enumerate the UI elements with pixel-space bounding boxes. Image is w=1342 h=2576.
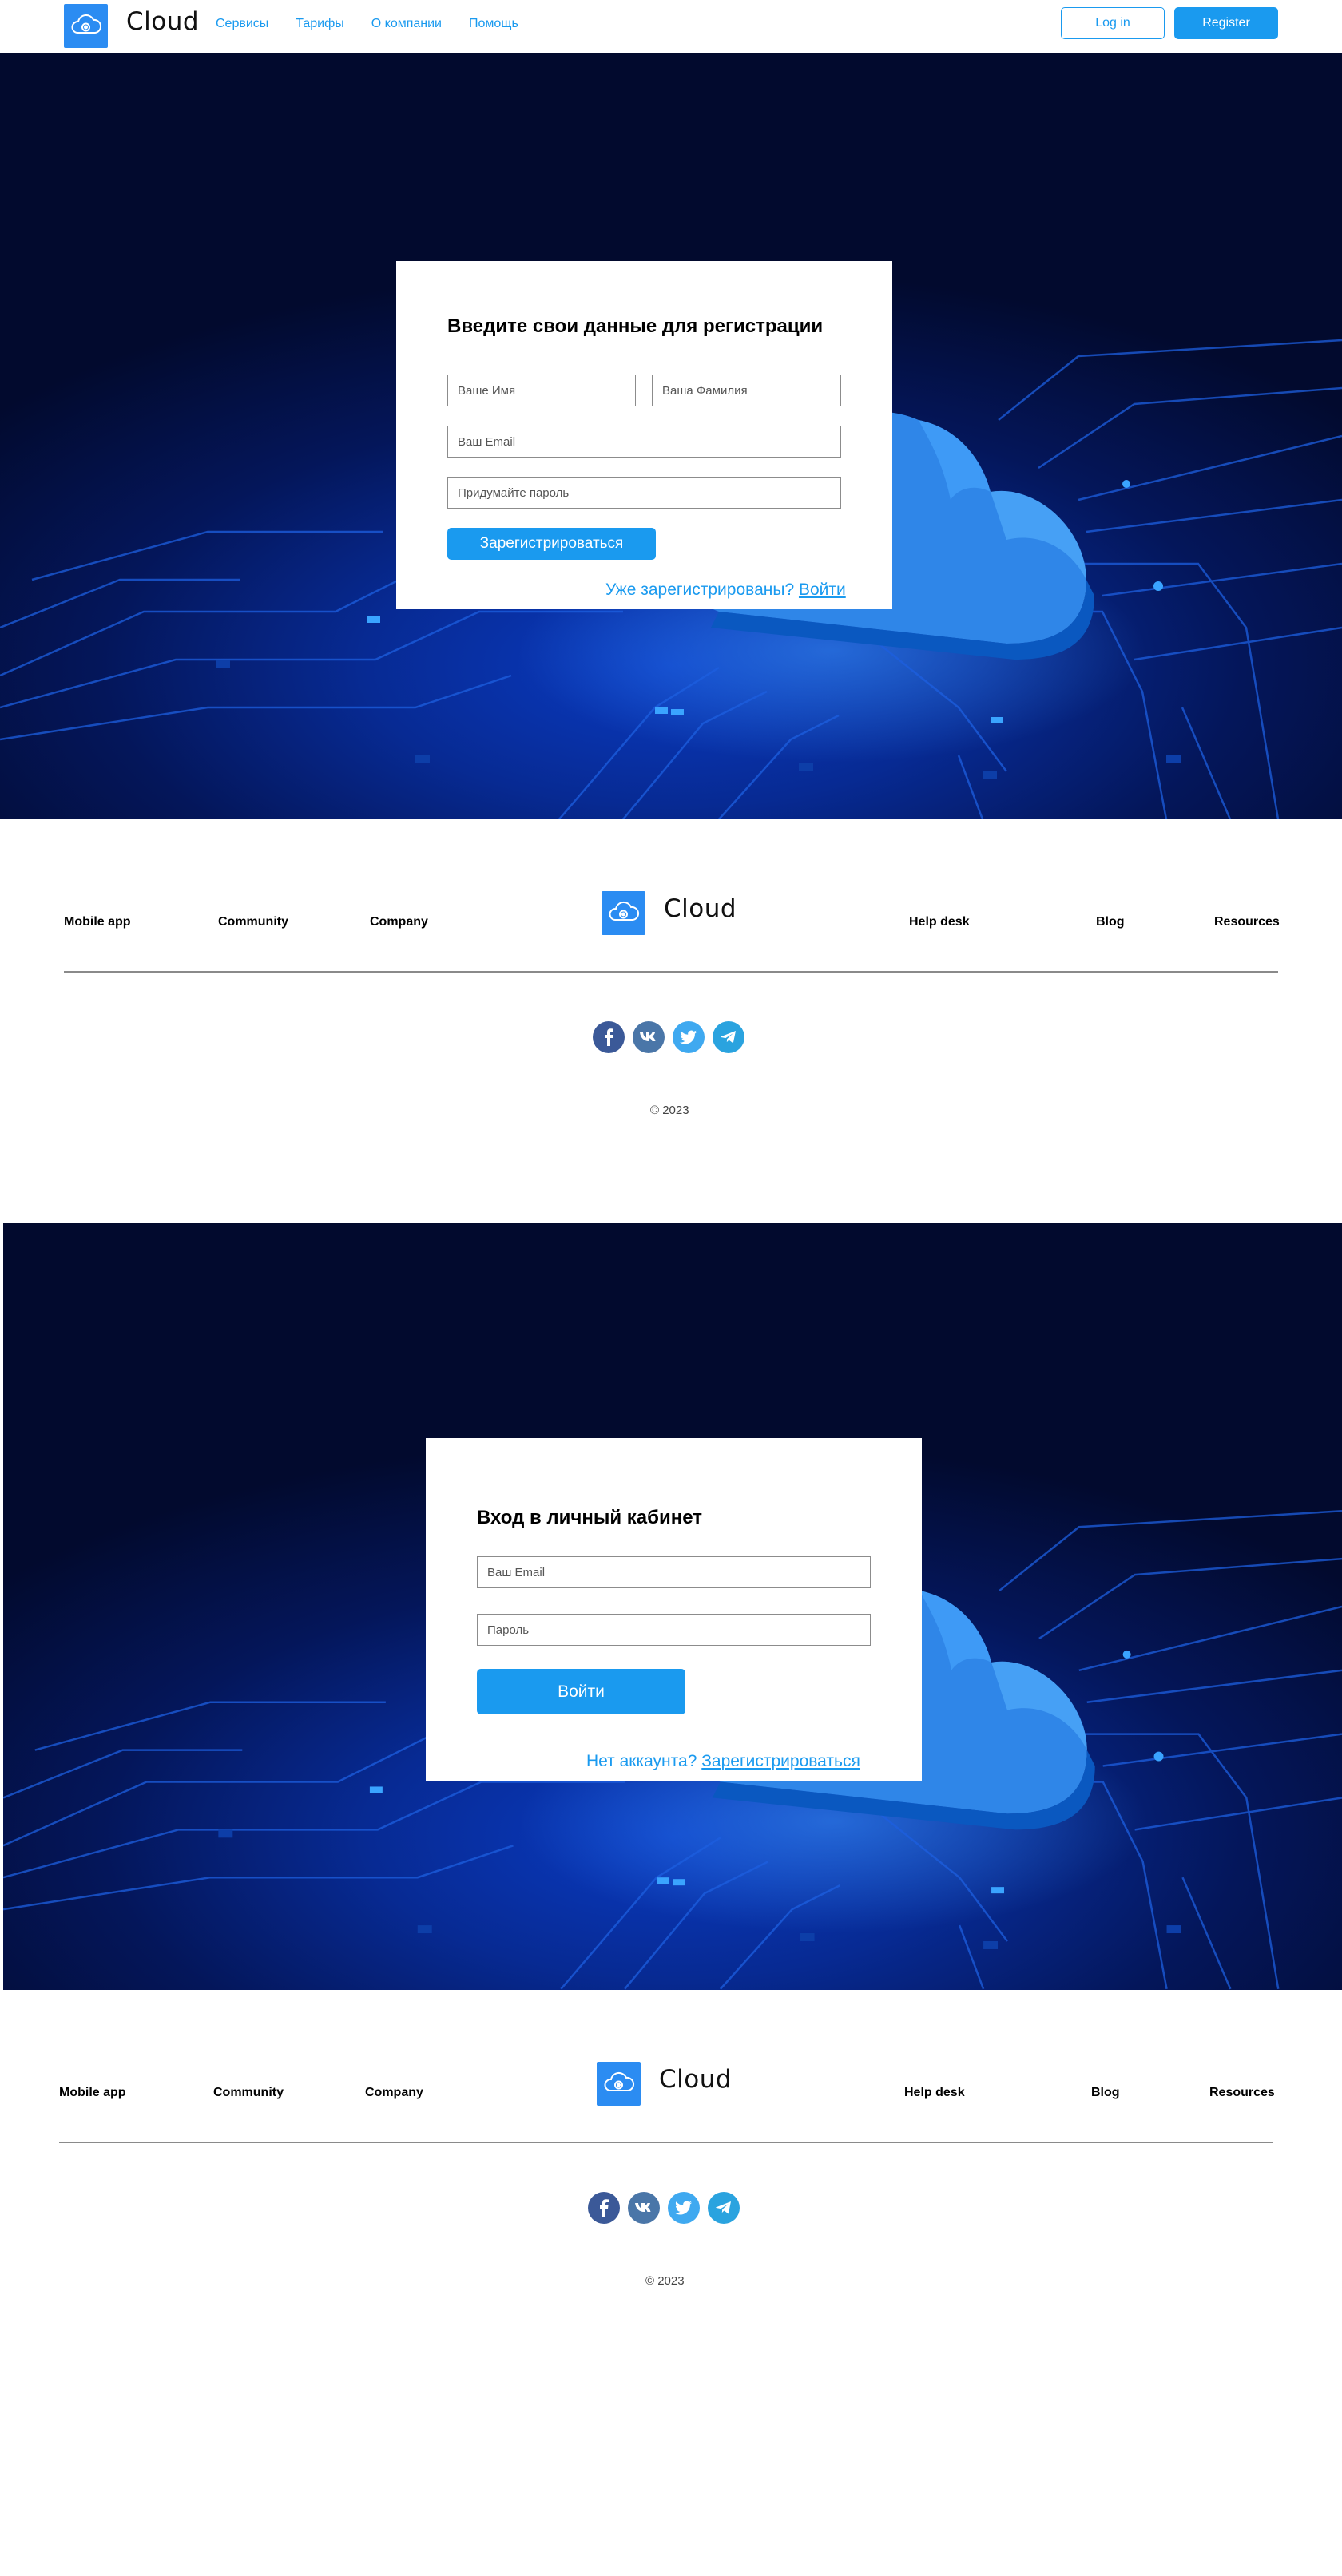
register-button[interactable]: Register bbox=[1174, 7, 1278, 39]
nav-item-tariffs[interactable]: Тарифы bbox=[296, 17, 343, 31]
last-name-input[interactable] bbox=[652, 375, 841, 406]
footer-link-resources[interactable]: Resources bbox=[1214, 915, 1280, 929]
top-header: Cloud Сервисы Тарифы О компании Помощь L… bbox=[0, 0, 1342, 53]
footer-link-mobile-app[interactable]: Mobile app bbox=[64, 915, 131, 929]
login-title: Вход в личный кабинет bbox=[477, 1507, 702, 1528]
register-title: Введите свои данные для регистрации bbox=[447, 315, 824, 337]
copyright-text: © 2023 bbox=[645, 2274, 685, 2288]
telegram-icon[interactable] bbox=[713, 1021, 744, 1053]
password-input[interactable] bbox=[447, 477, 841, 509]
footer: Mobile app Community Company Cloud Help … bbox=[59, 2062, 1337, 2301]
vk-icon[interactable] bbox=[633, 1021, 665, 1053]
twitter-icon[interactable] bbox=[673, 1021, 705, 1053]
footer-divider bbox=[64, 971, 1278, 973]
have-account-text: Уже зарегистрированы? bbox=[605, 581, 795, 599]
no-account-text: Нет аккаунта? bbox=[586, 1752, 697, 1770]
facebook-icon[interactable] bbox=[588, 2192, 620, 2224]
first-name-input[interactable] bbox=[447, 375, 636, 406]
footer: Mobile app Community Company Cloud Help … bbox=[64, 891, 1342, 1131]
footer-link-blog[interactable]: Blog bbox=[1091, 2086, 1120, 2100]
login-hero: Вход в личный кабинет Войти Нет аккаунта… bbox=[3, 1223, 1342, 1990]
footer-link-help-desk[interactable]: Help desk bbox=[909, 915, 970, 929]
social-links bbox=[588, 2192, 740, 2224]
no-account-line: Нет аккаунта? Зарегистрироваться bbox=[586, 1752, 860, 1771]
register-submit-button[interactable]: Зарегистрироваться bbox=[447, 528, 656, 560]
login-card: Вход в личный кабинет Войти Нет аккаунта… bbox=[426, 1438, 922, 1781]
login-submit-button[interactable]: Войти bbox=[477, 1669, 685, 1714]
nav-item-services[interactable]: Сервисы bbox=[216, 17, 268, 31]
nav-item-about[interactable]: О компании bbox=[371, 17, 442, 31]
have-account-line: Уже зарегистрированы? Войти bbox=[605, 581, 846, 600]
login-link[interactable]: Войти bbox=[799, 581, 846, 599]
footer-link-blog[interactable]: Blog bbox=[1096, 915, 1125, 929]
footer-link-company[interactable]: Company bbox=[365, 2086, 423, 2100]
login-email-input[interactable] bbox=[477, 1556, 871, 1588]
footer-cloud-logo-icon[interactable] bbox=[602, 891, 645, 935]
facebook-icon[interactable] bbox=[593, 1021, 625, 1053]
footer-divider bbox=[59, 2142, 1273, 2143]
register-hero: Введите свои данные для регистрации Заре… bbox=[0, 53, 1342, 819]
email-input[interactable] bbox=[447, 426, 841, 458]
footer-link-resources[interactable]: Resources bbox=[1209, 2086, 1275, 2100]
vk-icon[interactable] bbox=[628, 2192, 660, 2224]
social-links bbox=[593, 1021, 744, 1053]
footer-brand-name[interactable]: Cloud bbox=[664, 894, 737, 923]
footer-link-help-desk[interactable]: Help desk bbox=[904, 2086, 965, 2100]
register-card: Введите свои данные для регистрации Заре… bbox=[396, 261, 892, 609]
register-link[interactable]: Зарегистрироваться bbox=[701, 1752, 860, 1770]
brand-name[interactable]: Cloud bbox=[126, 7, 199, 36]
footer-link-company[interactable]: Company bbox=[370, 915, 428, 929]
footer-link-community[interactable]: Community bbox=[213, 2086, 284, 2100]
twitter-icon[interactable] bbox=[668, 2192, 700, 2224]
footer-cloud-logo-icon[interactable] bbox=[597, 2062, 641, 2106]
footer-link-mobile-app[interactable]: Mobile app bbox=[59, 2086, 126, 2100]
copyright-text: © 2023 bbox=[650, 1104, 689, 1117]
telegram-icon[interactable] bbox=[708, 2192, 740, 2224]
login-button[interactable]: Log in bbox=[1061, 7, 1165, 39]
footer-link-community[interactable]: Community bbox=[218, 915, 288, 929]
main-nav: Сервисы Тарифы О компании Помощь bbox=[216, 17, 518, 31]
nav-item-help[interactable]: Помощь bbox=[469, 17, 518, 31]
cloud-logo-icon[interactable] bbox=[64, 4, 108, 48]
login-password-input[interactable] bbox=[477, 1614, 871, 1646]
footer-brand-name[interactable]: Cloud bbox=[659, 2065, 732, 2094]
